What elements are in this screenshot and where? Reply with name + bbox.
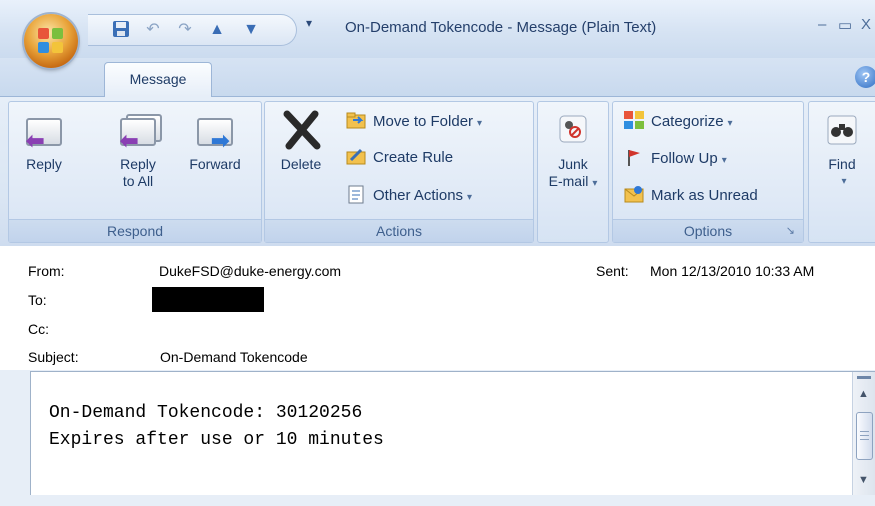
move-to-folder-button[interactable]: Move to Folder ▾ (345, 112, 482, 132)
junk-email-button[interactable]: Junk E-mail ▾ (538, 110, 608, 192)
reply-all-button[interactable]: ⬅ Reply to All (105, 110, 171, 190)
actions-group: Delete Move to Folder ▾ Create Rule Other… (264, 101, 534, 243)
to-label: To: (28, 292, 47, 308)
respond-group-label: Respond (9, 219, 261, 242)
create-rule-button[interactable]: Create Rule (345, 148, 453, 168)
sent-label: Sent: (596, 263, 629, 279)
subject-value: On-Demand Tokencode (160, 349, 308, 365)
tab-message[interactable]: Message (104, 62, 212, 97)
delete-button[interactable]: Delete (269, 110, 333, 173)
office-button[interactable] (24, 14, 78, 68)
to-value-redacted (152, 287, 264, 312)
minimize-button[interactable]: – (818, 16, 826, 33)
dialog-launcher-icon[interactable]: ↘ (786, 220, 795, 242)
message-body[interactable]: On-Demand Tokencode: 30120256 Expires af… (30, 371, 875, 496)
message-body-text: On-Demand Tokencode: 30120256 Expires af… (49, 403, 384, 450)
reply-icon: ⬅ (22, 110, 66, 152)
reply-all-icon: ⬅ (116, 110, 162, 152)
other-actions-button[interactable]: Other Actions ▾ (345, 184, 472, 206)
subject-label: Subject: (28, 349, 79, 365)
forward-button[interactable]: ➡ Forward (175, 110, 255, 173)
customize-toolbar-dropdown[interactable]: ▾ (306, 16, 312, 30)
forward-icon: ➡ (193, 110, 237, 152)
sent-value: Mon 12/13/2010 10:33 AM (650, 263, 815, 279)
actions-group-label: Actions (265, 219, 533, 242)
reply-button[interactable]: ⬅ Reply (11, 110, 77, 173)
categorize-button[interactable]: Categorize ▾ (623, 110, 733, 132)
flag-icon (623, 147, 645, 167)
create-rule-icon (345, 146, 367, 166)
from-label: From: (28, 263, 65, 279)
options-group: Categorize ▾ Follow Up ▾ Mark as Unread Op… (612, 101, 804, 243)
respond-group: ⬅ Reply ⬅ Reply to All ➡ Forward Respond (8, 101, 262, 243)
maximize-button[interactable]: ▭ (838, 16, 852, 34)
other-actions-icon (345, 184, 367, 204)
find-group: Find ▾ (808, 101, 875, 243)
delete-icon (279, 110, 323, 150)
vertical-scrollbar[interactable]: ▲ ▼ (852, 372, 875, 495)
options-group-label: Options ↘ (613, 219, 803, 242)
scroll-top-marker (857, 376, 871, 379)
find-button[interactable]: Find ▾ (809, 110, 875, 190)
scroll-up-arrow-icon[interactable]: ▲ (858, 388, 869, 400)
binoculars-icon (820, 110, 864, 150)
close-button[interactable]: X (861, 16, 871, 33)
cc-label: Cc: (28, 321, 49, 337)
undo-icon[interactable]: ↶ (142, 19, 164, 41)
categorize-icon (623, 110, 645, 130)
mark-as-unread-button[interactable]: Mark as Unread (623, 186, 758, 206)
move-to-folder-icon (345, 110, 367, 130)
save-icon[interactable] (110, 19, 132, 41)
junk-group: Junk E-mail ▾ (537, 101, 609, 243)
previous-item-icon[interactable]: ▲ (206, 19, 228, 41)
office-logo-icon (38, 28, 64, 54)
help-icon[interactable]: ? (855, 66, 875, 88)
from-value[interactable]: DukeFSD@duke-energy.com (159, 263, 341, 279)
junk-email-icon (551, 110, 595, 150)
follow-up-button[interactable]: Follow Up ▾ (623, 149, 727, 169)
mark-unread-icon (623, 184, 645, 204)
next-item-icon[interactable]: ▼ (240, 19, 262, 41)
redo-icon[interactable]: ↷ (174, 19, 196, 41)
quick-access-toolbar: ↶ ↷ ▲ ▼ (88, 14, 297, 46)
scroll-down-arrow-icon[interactable]: ▼ (858, 474, 869, 486)
scrollbar-thumb[interactable] (856, 412, 873, 460)
window-bottom-border (0, 495, 875, 506)
window-title: On-Demand Tokencode - Message (Plain Tex… (345, 19, 657, 36)
message-window: ↶ ↷ ▲ ▼ ▾ On-Demand Tokencode - Message … (0, 0, 875, 506)
